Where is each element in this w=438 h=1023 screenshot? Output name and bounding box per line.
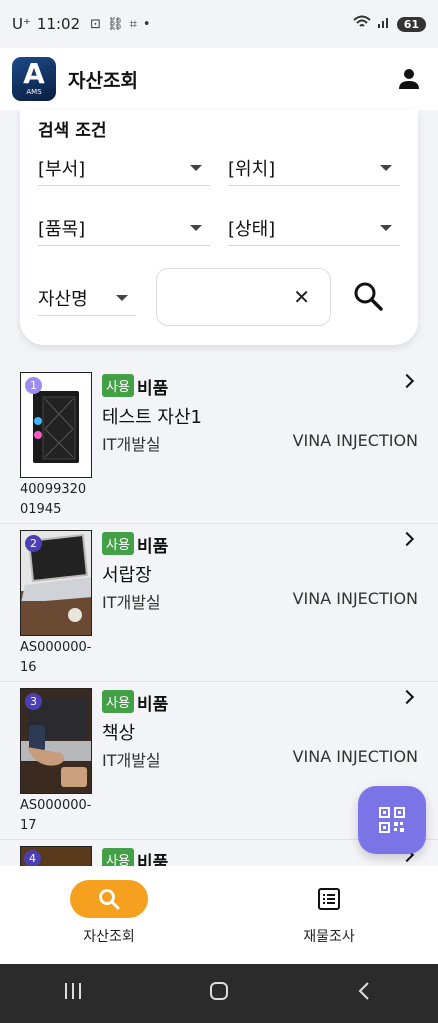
asset-name: 테스트 자산1 bbox=[102, 407, 202, 428]
nav-pill bbox=[290, 880, 368, 918]
system-nav-bar bbox=[0, 964, 438, 1023]
status-badge: 사용 bbox=[102, 532, 134, 555]
item-index: 2 bbox=[25, 535, 42, 552]
caret-down-icon bbox=[380, 224, 392, 231]
asset-code: AS000000- 17 bbox=[20, 798, 92, 833]
search-input[interactable]: ✕ bbox=[156, 268, 331, 326]
status-bar: U⁺ 11:02 ⊡ ⛓ ⌗ • 61 bbox=[0, 0, 438, 48]
department-select[interactable]: [부서] bbox=[38, 150, 210, 186]
asset-location: VINA INJECTION bbox=[292, 747, 418, 766]
asset-location: VINA INJECTION bbox=[292, 431, 418, 450]
status-select[interactable]: [상태] bbox=[228, 210, 400, 246]
caret-down-icon bbox=[190, 224, 202, 231]
category-select[interactable]: [품목] bbox=[38, 210, 210, 246]
search-field-select[interactable]: 자산명 bbox=[38, 280, 136, 316]
link-icon: ⛓ bbox=[107, 16, 124, 32]
asset-code: 40099320 01945 bbox=[20, 482, 87, 517]
caret-down-icon bbox=[190, 164, 202, 171]
nav-label: 자산조회 bbox=[83, 929, 135, 945]
profile-button[interactable] bbox=[392, 62, 426, 96]
asset-location: VINA INJECTION bbox=[292, 589, 418, 608]
recent-apps-icon[interactable] bbox=[62, 980, 84, 1007]
asset-name: 서랍장 bbox=[102, 565, 152, 586]
wifi-icon bbox=[353, 15, 371, 33]
caret-down-icon bbox=[380, 164, 392, 171]
signal-icon bbox=[377, 15, 391, 33]
asset-name: 책상 bbox=[102, 723, 136, 744]
page-title: 자산조회 bbox=[68, 69, 138, 92]
clock: 11:02 bbox=[36, 15, 81, 33]
asset-type: 비품 bbox=[137, 379, 169, 399]
caret-down-icon bbox=[116, 294, 128, 301]
search-title: 검색 조건 bbox=[38, 121, 107, 141]
chevron-right-icon[interactable] bbox=[399, 689, 415, 705]
qr-scan-button[interactable] bbox=[358, 786, 426, 854]
asset-thumbnail: 3 bbox=[20, 688, 92, 794]
carrier-label: U⁺ bbox=[12, 15, 31, 33]
search-icon bbox=[99, 889, 120, 910]
screenshot-icon: ⌗ bbox=[129, 16, 137, 32]
nav-inventory[interactable]: 재물조사 bbox=[254, 880, 404, 946]
asset-department: IT개발실 bbox=[102, 593, 161, 612]
asset-thumbnail: 2 bbox=[20, 530, 92, 636]
app-header: A AMS 자산조회 bbox=[0, 48, 438, 110]
status-badge: 사용 bbox=[102, 374, 134, 397]
back-icon[interactable] bbox=[354, 980, 376, 1007]
asset-department: IT개발실 bbox=[102, 751, 161, 770]
chevron-right-icon[interactable] bbox=[399, 531, 415, 547]
qr-code-icon bbox=[379, 807, 405, 833]
nav-active-pill bbox=[70, 880, 148, 918]
search-button[interactable] bbox=[350, 278, 386, 314]
app-logo: A AMS bbox=[12, 57, 56, 101]
dot-icon: • bbox=[142, 16, 151, 32]
item-index: 4 bbox=[24, 850, 41, 867]
list-icon bbox=[318, 888, 340, 910]
battery-indicator: 61 bbox=[396, 16, 426, 32]
asset-code: AS000000- 16 bbox=[20, 640, 92, 675]
search-panel: 검색 조건 [부서] [위치] [품목] [상태] 자산명 ✕ bbox=[20, 110, 418, 345]
nav-asset-search[interactable]: 자산조회 bbox=[34, 880, 184, 946]
asset-type: 비품 bbox=[137, 695, 169, 715]
chevron-right-icon[interactable] bbox=[399, 373, 415, 389]
item-index: 3 bbox=[25, 693, 42, 710]
location-select[interactable]: [위치] bbox=[228, 150, 400, 186]
search-icon bbox=[354, 282, 383, 311]
person-icon bbox=[399, 69, 419, 89]
nav-label: 재물조사 bbox=[303, 929, 355, 945]
item-index: 1 bbox=[25, 377, 42, 394]
screen-record-icon: ⊡ bbox=[90, 16, 102, 32]
asset-department: IT개발실 bbox=[102, 435, 161, 454]
asset-row[interactable]: 1 40099320 01945 사용 비품 테스트 자산1 IT개발실 VIN… bbox=[0, 366, 438, 524]
clear-icon[interactable]: ✕ bbox=[293, 285, 310, 309]
status-badge: 사용 bbox=[102, 690, 134, 713]
home-icon[interactable] bbox=[208, 980, 230, 1007]
asset-row[interactable]: 2 AS000000- 16 사용 비품 서랍장 IT개발실 VINA INJE… bbox=[0, 524, 438, 682]
bottom-nav: 자산조회 재물조사 bbox=[0, 866, 438, 964]
asset-type: 비품 bbox=[137, 537, 169, 557]
asset-thumbnail: 1 bbox=[20, 372, 92, 478]
